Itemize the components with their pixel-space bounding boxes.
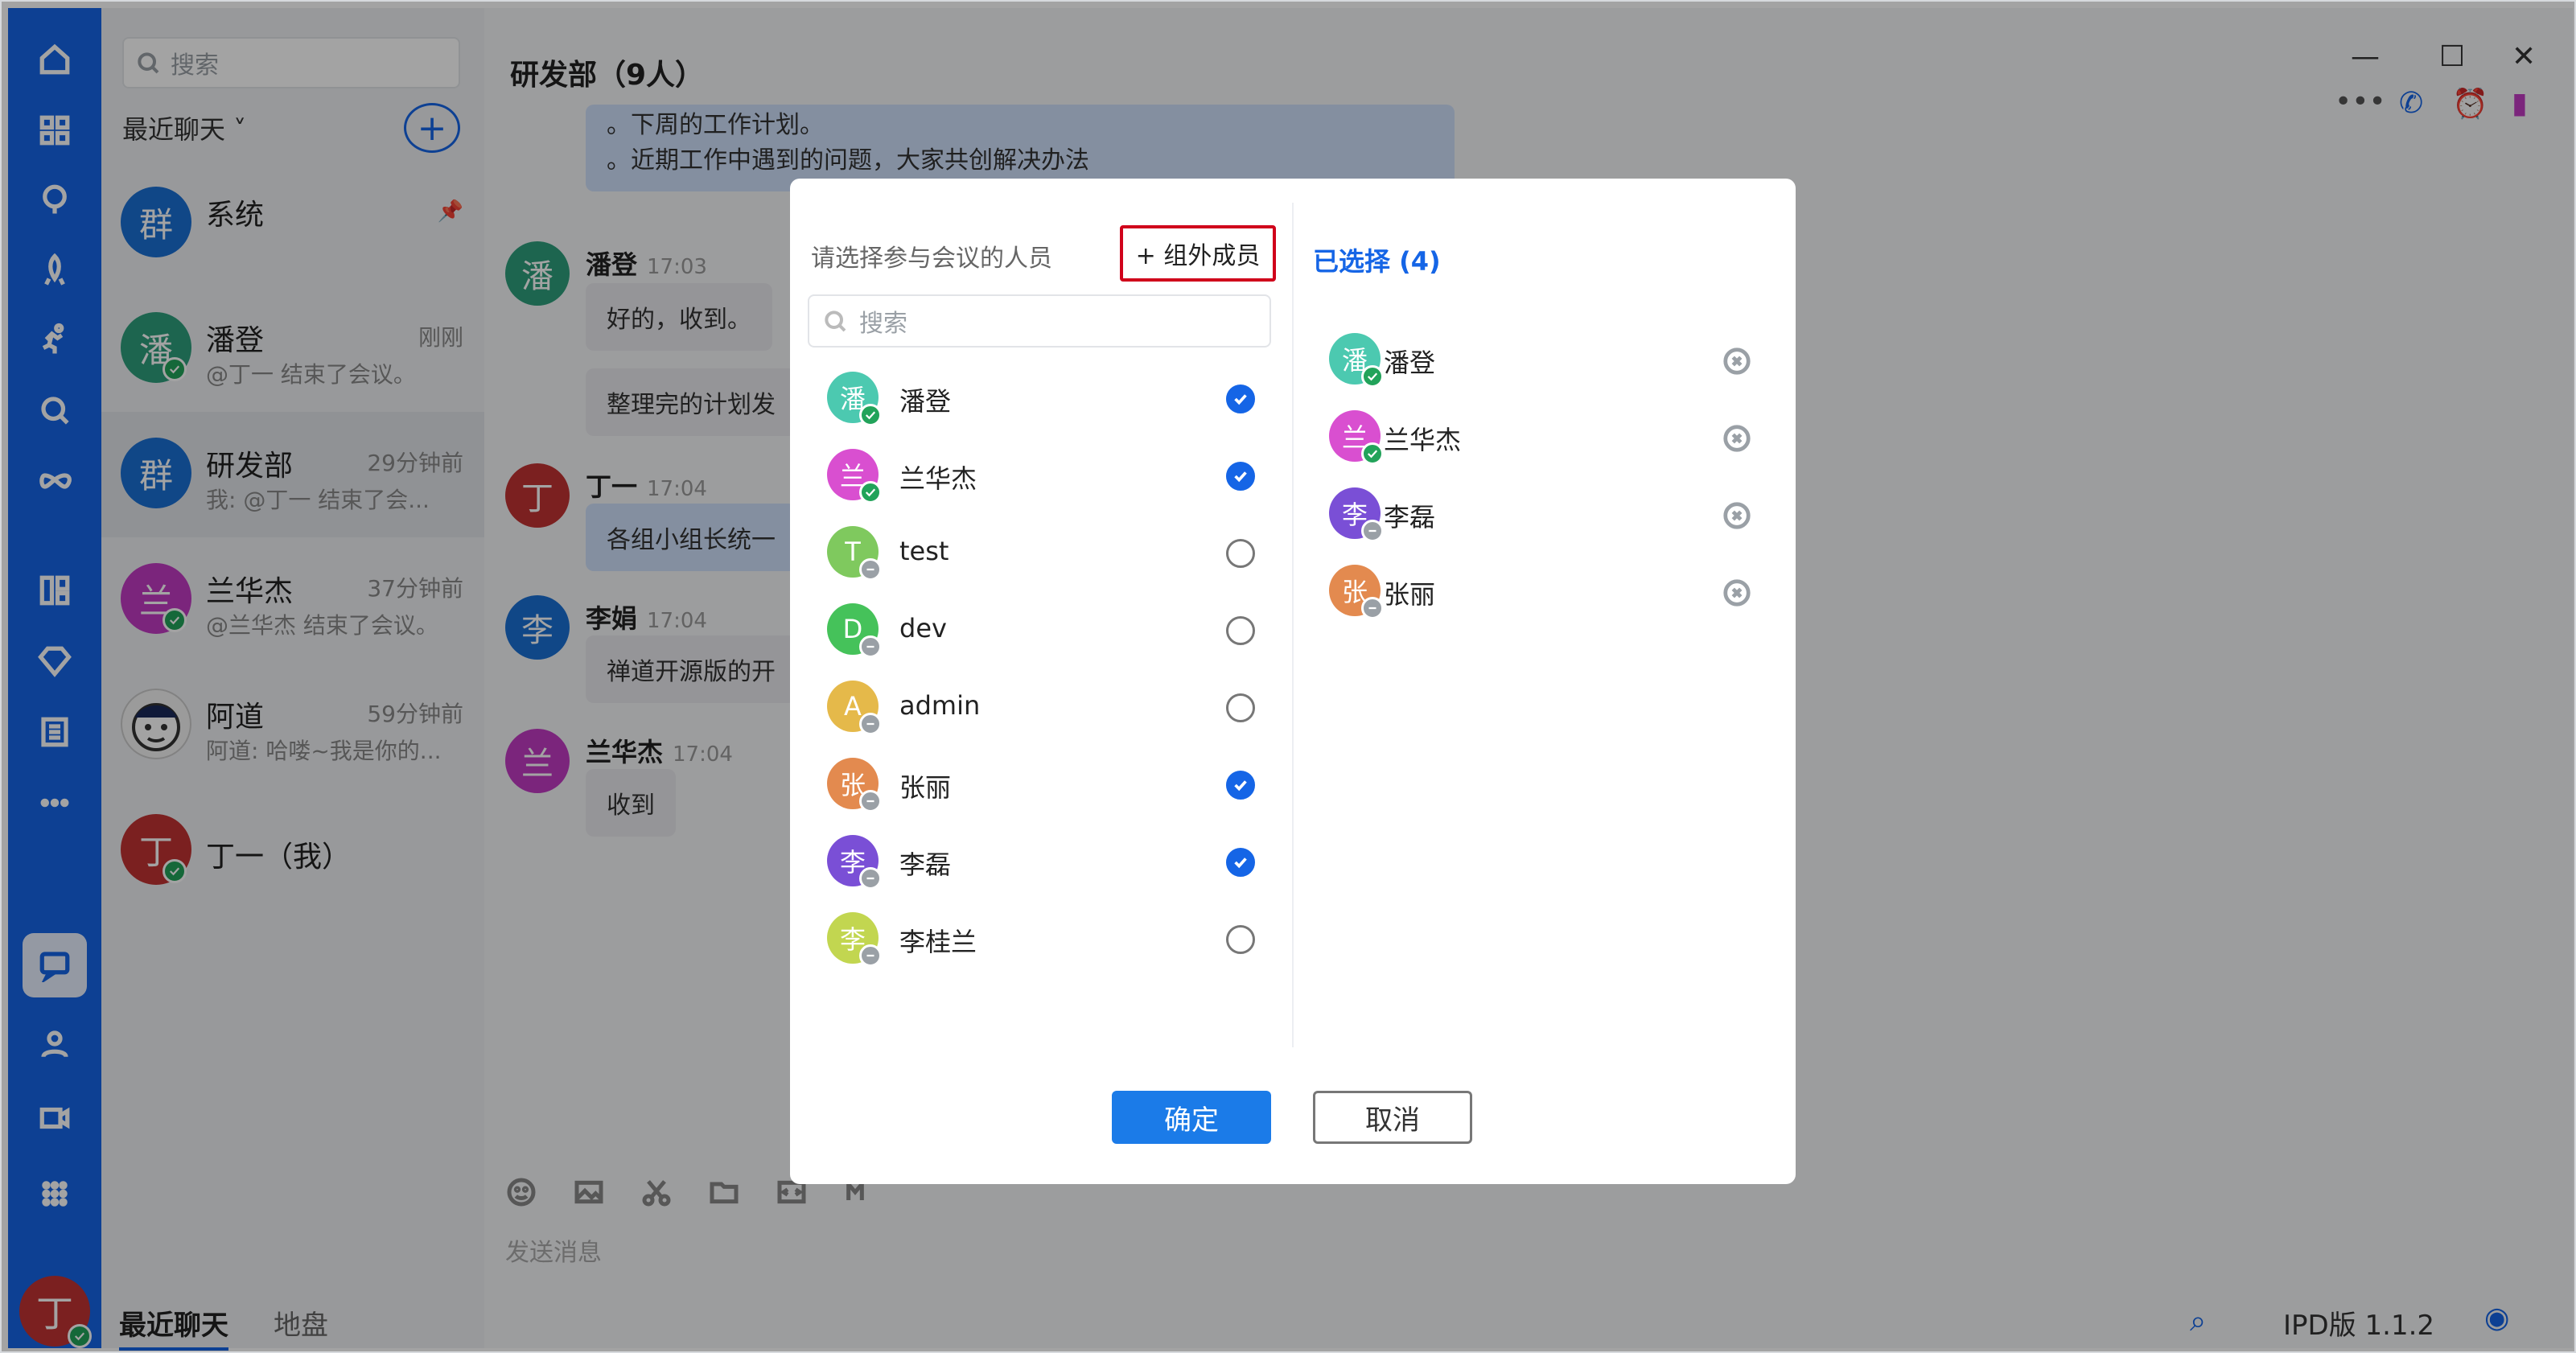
member-name: 李桂兰 <box>899 927 977 957</box>
member-checkbox[interactable] <box>1226 925 1255 954</box>
member-checkbox[interactable] <box>1226 848 1255 877</box>
meeting-members-dialog: 请选择参与会议的人员 + 组外成员 搜索 潘 潘登 兰 兰华杰 T test D… <box>790 179 1796 1184</box>
member-name: 潘登 <box>899 386 952 417</box>
member-name: 潘登 <box>1384 348 1436 378</box>
selected-member-row: 张 张丽 <box>1313 557 1772 626</box>
cancel-button[interactable]: 取消 <box>1313 1091 1472 1144</box>
member-checkbox[interactable] <box>1226 462 1255 491</box>
online-status-icon <box>859 481 882 504</box>
offline-status-icon <box>1361 520 1384 542</box>
selected-member-row: 李 李磊 <box>1313 479 1772 549</box>
member-name: 张丽 <box>899 772 952 803</box>
selected-member-row: 潘 潘登 <box>1313 325 1772 394</box>
offline-status-icon <box>859 635 882 658</box>
divider <box>1292 203 1294 1047</box>
offline-status-icon <box>859 713 882 735</box>
member-name: 李磊 <box>1384 502 1436 533</box>
member-checkbox[interactable] <box>1226 385 1255 413</box>
online-status-icon <box>1361 442 1384 465</box>
selected-member-row: 兰 兰华杰 <box>1313 402 1772 471</box>
member-row[interactable]: 李 李磊 <box>808 827 1258 896</box>
remove-member-icon[interactable] <box>1722 346 1752 376</box>
remove-member-icon[interactable] <box>1722 500 1752 531</box>
online-status-icon <box>1361 365 1384 388</box>
offline-status-icon <box>859 558 882 581</box>
member-row[interactable]: 张 张丽 <box>808 750 1258 819</box>
member-name: dev <box>899 613 947 644</box>
member-name: 兰华杰 <box>899 463 977 494</box>
member-name: admin <box>899 690 981 721</box>
member-row[interactable]: 潘 潘登 <box>808 364 1258 433</box>
member-name: 张丽 <box>1384 579 1436 610</box>
app-window: 丁 搜索 最近聊天 ˅ + 群 系统 📌 潘 潘登 刚刚 @丁一 结束了会议。 … <box>0 0 2576 1353</box>
member-checkbox[interactable] <box>1226 539 1255 568</box>
offline-status-icon <box>859 867 882 890</box>
offline-status-icon <box>1361 597 1384 619</box>
member-row[interactable]: 李 李桂兰 <box>808 904 1258 973</box>
member-checkbox[interactable] <box>1226 771 1255 800</box>
member-name: 李磊 <box>899 849 952 880</box>
member-checkbox[interactable] <box>1226 693 1255 722</box>
search-icon <box>825 310 846 332</box>
dialog-hint: 请选择参与会议的人员 <box>811 245 1052 273</box>
member-name: test <box>899 536 949 566</box>
member-row[interactable]: T test <box>808 518 1258 587</box>
confirm-button[interactable]: 确定 <box>1112 1091 1271 1144</box>
member-search-input[interactable]: 搜索 <box>808 294 1271 348</box>
member-row[interactable]: D dev <box>808 595 1258 664</box>
selected-count-title: 已选择 (4) <box>1313 246 1441 277</box>
member-row[interactable]: 兰 兰华杰 <box>808 441 1258 510</box>
member-checkbox[interactable] <box>1226 616 1255 645</box>
add-external-member-button[interactable]: + 组外成员 <box>1120 225 1276 282</box>
member-row[interactable]: A admin <box>808 672 1258 742</box>
member-selector: 请选择参与会议的人员 + 组外成员 搜索 潘 潘登 兰 兰华杰 T test D… <box>790 179 1292 1047</box>
offline-status-icon <box>859 790 882 812</box>
remove-member-icon[interactable] <box>1722 423 1752 454</box>
remove-member-icon[interactable] <box>1722 578 1752 608</box>
offline-status-icon <box>859 944 882 967</box>
online-status-icon <box>859 404 882 426</box>
member-name: 兰华杰 <box>1384 425 1462 455</box>
